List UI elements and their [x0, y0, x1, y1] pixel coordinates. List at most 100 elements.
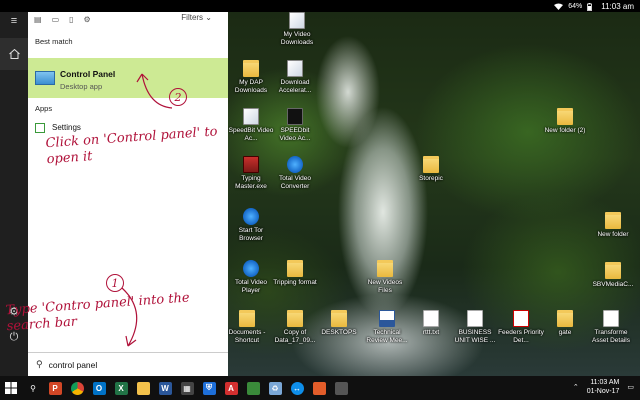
apps-tab-icon[interactable]: ▭	[52, 15, 60, 24]
step-1-note: Type 'Contro panel' into the search bar	[5, 290, 191, 335]
home-icon[interactable]	[7, 47, 21, 61]
folder-icon	[239, 310, 255, 327]
app-icon	[334, 381, 348, 395]
taskbar-app[interactable]: ♻	[264, 376, 286, 400]
search-icon: ⚲	[36, 359, 43, 369]
desktop-icon[interactable]: Download Accelerat...	[272, 60, 318, 94]
desktop-icon[interactable]: SBVMediaC...	[590, 262, 636, 289]
desktop-icon[interactable]: Technical Review Mee...	[364, 310, 410, 344]
desktop-icon[interactable]: BUSINESS UNIT WISE ...	[452, 310, 498, 344]
word-icon	[379, 310, 395, 327]
desktop-icon[interactable]: Total Video Player	[228, 260, 274, 294]
search-input[interactable]: control panel	[49, 360, 98, 370]
desktop-icon[interactable]: New folder	[590, 212, 636, 239]
clock-date: 01-Nov-17	[586, 388, 620, 395]
taskbar-app[interactable]: X	[110, 376, 132, 400]
desktop-icon[interactable]: New folder (2)	[542, 108, 588, 135]
desktop-icon[interactable]: Documents - Shortcut	[228, 310, 270, 344]
desktop: My Video Downloads My DAP Downloads Down…	[228, 12, 640, 376]
taskbar: ⚲ P O X W ▦ ⛨ A ♻ ↔ ⌃ 11:03 AM 01-Nov-17…	[0, 376, 640, 400]
result-subtitle: Desktop app	[60, 82, 103, 91]
taskbar-app[interactable]	[132, 376, 154, 400]
app-icon	[243, 108, 259, 125]
taskbar-app[interactable]: ▦	[176, 376, 198, 400]
taskbar-app[interactable]	[66, 376, 88, 400]
teamviewer-icon: ↔	[290, 381, 304, 395]
status-time: 11:03 am	[601, 1, 634, 11]
taskbar-app[interactable]: ⛨	[198, 376, 220, 400]
battery-level: 64%	[568, 2, 583, 10]
search-button[interactable]: ⚲	[22, 376, 44, 400]
desktop-icon[interactable]: Feeders Priority Det...	[498, 310, 544, 344]
notification-icon[interactable]: ▭	[627, 383, 634, 391]
app-icon	[287, 156, 303, 173]
doc-icon	[467, 310, 483, 327]
desktop-icon[interactable]: SpeedBit Video Ac...	[228, 108, 274, 142]
app-icon	[287, 60, 303, 77]
chevron-up-icon[interactable]: ⌃	[573, 383, 579, 391]
taskbar-app[interactable]: W	[154, 376, 176, 400]
desktop-icon[interactable]: Storepic	[408, 156, 454, 183]
app-icon	[312, 381, 326, 395]
desktop-icon[interactable]: Start Tor Browser	[228, 208, 274, 242]
taskbar-app[interactable]: A	[220, 376, 242, 400]
desktop-icon[interactable]: Copy of Data_17_09...	[272, 310, 318, 344]
excel-icon: X	[114, 381, 128, 395]
start-menu: ≡ ⚙ ⏻ ▤ ▭ ▯ ⚙ Filters ⌄ Best match Contr…	[0, 12, 228, 376]
pdf-icon	[513, 310, 529, 327]
settings-app-icon	[35, 123, 45, 133]
taskbar-app[interactable]	[242, 376, 264, 400]
folder-icon	[557, 108, 573, 125]
folder-icon	[243, 60, 259, 77]
desktop-icon[interactable]: rttt.txt	[408, 310, 454, 337]
typing-icon	[243, 156, 259, 173]
status-bar: 64% 11:03 am	[0, 0, 640, 12]
chrome-icon	[70, 381, 84, 395]
settings-result-label: Settings	[52, 123, 81, 132]
taskbar-app[interactable]: P	[44, 376, 66, 400]
word-icon: W	[158, 381, 172, 395]
desktop-icon[interactable]: Tripping format	[272, 260, 318, 287]
best-match-label: Best match	[35, 37, 73, 46]
doc-icon	[423, 310, 439, 327]
desktop-icon[interactable]: gate	[542, 310, 588, 337]
all-tab-icon[interactable]: ▤	[34, 15, 42, 24]
folder-icon	[605, 262, 621, 279]
battery-icon	[587, 2, 596, 11]
desktop-icon[interactable]: New Videos Files	[362, 260, 408, 294]
search-bar[interactable]: ⚲ control panel	[28, 352, 228, 376]
taskbar-app[interactable]: O	[88, 376, 110, 400]
desktop-icon[interactable]: Typing Master.exe	[228, 156, 274, 190]
desktop-icon[interactable]: Transforme Asset Details	[588, 310, 634, 344]
documents-tab-icon[interactable]: ▯	[69, 15, 73, 24]
search-results-pane: ▤ ▭ ▯ ⚙ Filters ⌄ Best match Control Pan…	[5, 12, 228, 376]
desktop-icon[interactable]: SPEEDbit Video Ac...	[272, 108, 318, 142]
folder-icon	[557, 310, 573, 327]
filters-dropdown[interactable]: Filters ⌄	[181, 13, 212, 22]
folder-icon	[423, 156, 439, 173]
desktop-icon[interactable]: My Video Downloads	[274, 12, 320, 46]
app-icon	[246, 381, 260, 395]
adobe-reader-icon: A	[224, 381, 238, 395]
hamburger-menu-icon[interactable]: ≡	[7, 14, 21, 28]
folder-icon	[331, 310, 347, 327]
app-icon	[289, 12, 305, 29]
powerpoint-icon: P	[48, 381, 62, 395]
folder-icon	[287, 310, 303, 327]
desktop-icon[interactable]: Total Video Converter	[272, 156, 318, 190]
taskbar-app[interactable]	[308, 376, 330, 400]
folder-icon	[136, 381, 150, 395]
desktop-icon[interactable]: My DAP Downloads	[228, 60, 274, 94]
doc-icon	[603, 310, 619, 327]
settings-tab-icon[interactable]: ⚙	[84, 15, 91, 24]
desktop-icon[interactable]: DESKTOPS	[316, 310, 362, 337]
taskbar-app[interactable]	[330, 376, 352, 400]
app-icon	[287, 108, 303, 125]
search-icon: ⚲	[30, 383, 36, 393]
start-button[interactable]	[0, 376, 22, 400]
app-icon	[243, 260, 259, 277]
taskbar-clock[interactable]: 11:03 AM 01-Nov-17	[587, 378, 620, 396]
taskbar-app[interactable]: ↔	[286, 376, 308, 400]
outlook-icon: O	[92, 381, 106, 395]
recycle-icon: ♻	[268, 381, 282, 395]
